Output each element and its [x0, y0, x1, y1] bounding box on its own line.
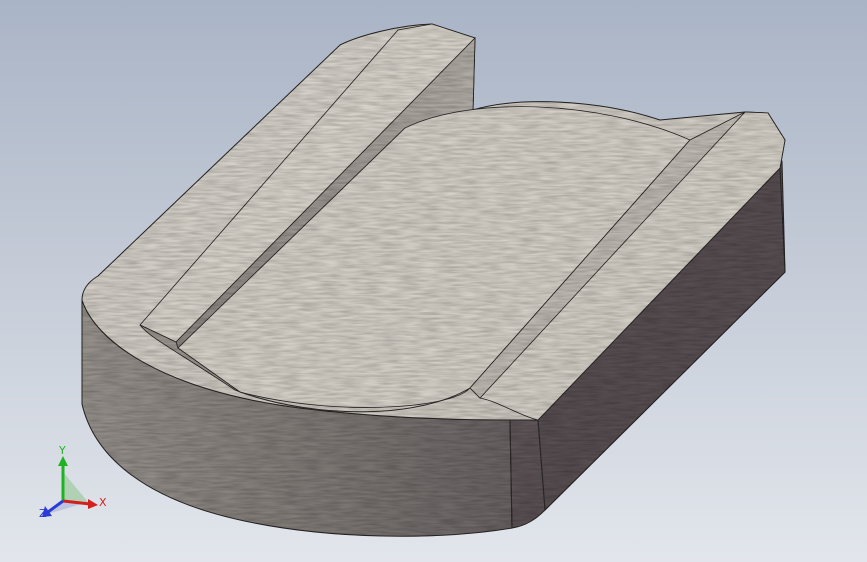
triad-plane — [63, 472, 88, 502]
x-axis-arrow — [88, 499, 98, 509]
view-triad[interactable]: Y X Z — [34, 444, 114, 524]
y-axis-label: Y — [59, 444, 66, 457]
x-axis-label: X — [99, 496, 107, 509]
y-axis-arrow — [58, 456, 68, 466]
part-model[interactable] — [0, 0, 867, 562]
z-axis-label: Z — [39, 507, 47, 520]
graphics-viewport[interactable]: Y X Z — [0, 0, 867, 562]
